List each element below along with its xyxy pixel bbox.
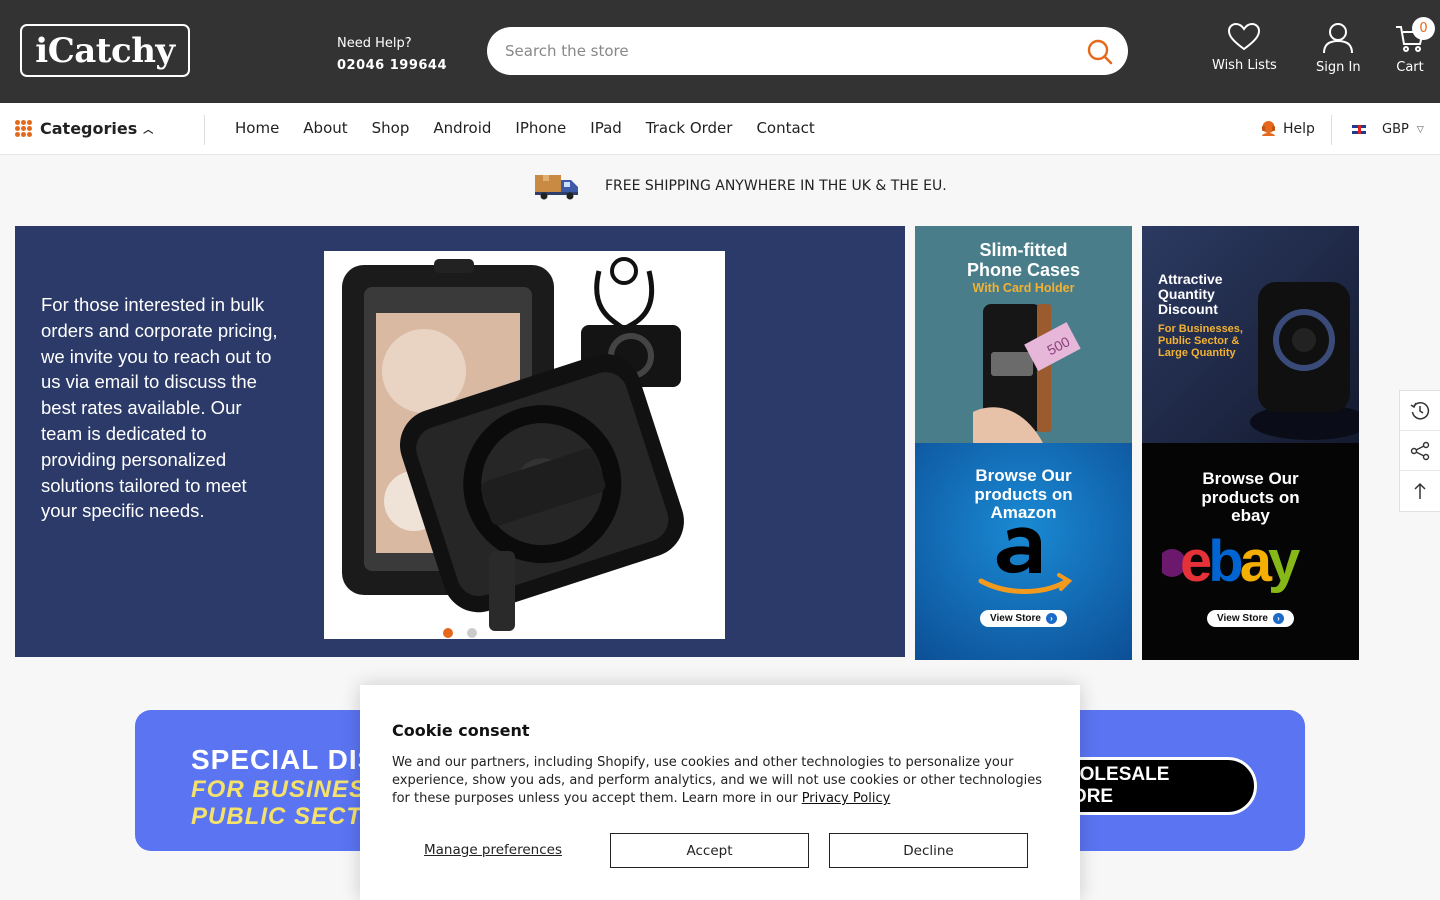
need-help-label: Need Help? (337, 36, 412, 51)
categories-toggle[interactable]: Categories ︿ (15, 119, 153, 138)
promo-phone-cases-line2: Phone Cases (966, 260, 1081, 280)
privacy-policy-link[interactable]: Privacy Policy (802, 791, 891, 806)
share-icon (1410, 441, 1430, 460)
truck-icon (535, 175, 578, 200)
ebay-view-store-label: View Store (1217, 613, 1268, 624)
promo-ebay[interactable]: Browse Our products on ebay ebay View St… (1142, 443, 1359, 660)
user-icon (1323, 23, 1354, 54)
currency-selector[interactable]: GBP ▽ (1352, 122, 1424, 137)
chevron-right-icon: › (1272, 613, 1284, 624)
rugged-case-image (1250, 282, 1359, 440)
categories-label: Categories (40, 119, 138, 138)
amazon-logo-icon (978, 527, 1073, 594)
need-help: Need Help? 02046 199644 (337, 36, 447, 73)
grid-icon (15, 120, 32, 137)
nav-item-track-order[interactable]: Track Order (646, 119, 733, 137)
hero-slider[interactable]: For those interested in bulk orders and … (15, 226, 905, 657)
promo-amazon-line2: products on (974, 485, 1073, 504)
recently-viewed-button[interactable] (1400, 391, 1440, 431)
amazon-view-store-label: View Store (990, 613, 1041, 624)
wholesale-subtitle-line2: PUBLIC SECTO (191, 803, 382, 830)
wishlist-link[interactable]: Wish Lists (1212, 22, 1277, 73)
share-button[interactable] (1400, 431, 1440, 471)
nav-item-about[interactable]: About (303, 119, 347, 137)
tablet-case-image (342, 257, 684, 631)
promo-ebay-line3: ebay (1231, 506, 1270, 525)
help-label: Help (1283, 120, 1315, 137)
nav-item-android[interactable]: Android (433, 119, 491, 137)
divider (204, 115, 205, 145)
accept-button[interactable]: Accept (610, 833, 809, 868)
svg-text:ebay: ebay (1180, 533, 1300, 594)
search-icon[interactable] (1086, 38, 1114, 66)
main-nav: Categories ︿ Home About Shop Android IPh… (0, 103, 1440, 155)
nav-item-iphone[interactable]: IPhone (515, 119, 566, 137)
back-to-top-button[interactable] (1400, 471, 1440, 511)
cart-label: Cart (1396, 60, 1424, 75)
slider-dot-1[interactable] (443, 628, 453, 638)
cookie-body-text: We and our partners, including Shopify, … (392, 755, 1043, 806)
heart-icon (1228, 22, 1261, 51)
nav-item-contact[interactable]: Contact (756, 119, 814, 137)
chevron-down-icon: ▽ (1416, 124, 1424, 135)
signin-label: Sign In (1316, 60, 1361, 75)
shipping-notice: FREE SHIPPING ANYWHERE IN THE UK & THE E… (535, 172, 947, 200)
amazon-view-store-button[interactable]: View Store › (980, 610, 1067, 627)
wishlist-label: Wish Lists (1212, 58, 1277, 73)
ebay-logo-icon: ebay (1162, 533, 1304, 594)
arrow-up-icon (1414, 482, 1426, 499)
cookie-body: We and our partners, including Shopify, … (392, 754, 1042, 808)
promo-phone-cases-line3: With Card Holder (972, 281, 1075, 295)
manage-preferences-link[interactable]: Manage preferences (424, 842, 562, 858)
chevron-right-icon: › (1045, 613, 1057, 624)
decline-button[interactable]: Decline (829, 833, 1028, 868)
promo-phone-cases[interactable]: Slim-fitted Phone Cases With Card Holder… (915, 226, 1132, 443)
slider-dot-2[interactable] (467, 628, 477, 638)
chevron-up-icon: ︿ (143, 125, 154, 136)
promo-phone-cases-line1: Slim-fitted (979, 240, 1068, 260)
nav-item-ipad[interactable]: IPad (590, 119, 622, 137)
hero-text: For those interested in bulk orders and … (41, 294, 278, 522)
nav-item-shop[interactable]: Shop (372, 119, 410, 137)
history-icon (1410, 401, 1430, 420)
search-input[interactable] (505, 27, 1065, 75)
headset-icon (1262, 121, 1275, 136)
cart-count-badge: 0 (1412, 17, 1435, 40)
promo-amazon-line3: Amazon (990, 503, 1057, 522)
divider (1331, 115, 1332, 145)
promo-ebay-line1: Browse Our (1202, 469, 1299, 488)
site-logo[interactable]: iCatchy (20, 24, 190, 77)
help-link[interactable]: Help (1260, 120, 1315, 137)
cookie-title: Cookie consent (392, 721, 530, 740)
promo-amazon-line1: Browse Our (975, 466, 1072, 485)
promo-ebay-line2: products on (1201, 488, 1300, 507)
signin-link[interactable]: Sign In (1316, 22, 1361, 75)
ebay-view-store-button[interactable]: View Store › (1207, 610, 1294, 627)
search-bar (487, 27, 1128, 75)
wholesale-subtitle: FOR BUSINESS PUBLIC SECTO (191, 776, 383, 830)
site-header: iCatchy Need Help? 02046 199644 Wish Lis… (0, 0, 1440, 103)
side-toolbar (1399, 390, 1440, 512)
shipping-text: FREE SHIPPING ANYWHERE IN THE UK & THE E… (605, 178, 947, 194)
currency-label: GBP (1382, 122, 1409, 137)
wholesale-subtitle-line1: FOR BUSINESS (191, 776, 384, 803)
promo-quantity-discount[interactable]: Attractive Quantity Discount For Busines… (1142, 226, 1359, 443)
slider-dots (443, 628, 477, 638)
wholesale-title: SPECIAL DIS (191, 744, 378, 775)
cookie-consent-dialog: Cookie consent We and our partners, incl… (360, 685, 1080, 900)
hero-product-image[interactable] (324, 251, 725, 639)
promo-amazon[interactable]: Browse Our products on Amazon View Store… (915, 443, 1132, 660)
nav-item-home[interactable]: Home (235, 119, 279, 137)
logo-text: iCatchy (35, 30, 175, 71)
uk-flag-icon (1352, 125, 1366, 134)
phone-number[interactable]: 02046 199644 (337, 58, 447, 73)
nav-menu: Home About Shop Android IPhone IPad Trac… (235, 119, 815, 137)
wallet-case-image: 500 (973, 304, 1081, 443)
